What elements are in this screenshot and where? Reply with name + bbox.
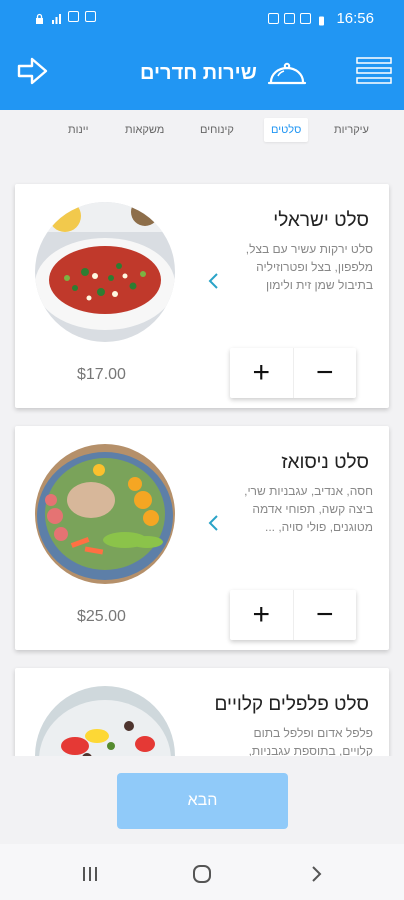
page-title: שירות חדרים	[140, 61, 257, 84]
chevron-left-icon[interactable]	[207, 514, 219, 532]
signal-icon	[51, 11, 62, 24]
menu-item-card[interactable]: סלט פלפלים קלויים פלפל אדום ופלפל בתום ק…	[15, 668, 389, 756]
menu-item-description: פלפל אדום ופלפל בתום קלויים, בתוספת עגבנ…	[248, 726, 373, 756]
quantity-stepper: + −	[230, 590, 356, 640]
increase-button[interactable]: +	[230, 590, 293, 640]
dish-image	[35, 444, 175, 584]
skype-icon	[284, 13, 296, 24]
increase-button[interactable]: +	[230, 348, 293, 398]
next-button[interactable]: הבא	[117, 773, 288, 829]
system-navigation-bar	[0, 844, 404, 900]
app-header: שירות חדרים	[0, 38, 404, 110]
back-chevron-icon[interactable]	[306, 864, 326, 884]
footer: הבא	[0, 756, 404, 844]
quantity-stepper: + −	[230, 348, 356, 398]
decrease-button[interactable]: −	[292, 348, 357, 398]
home-icon[interactable]	[192, 864, 212, 884]
menu-item-card[interactable]: סלט ניסואז חסה, אנדיב, עגבניות שרי, ביצה…	[15, 426, 389, 650]
dish-image	[35, 686, 175, 756]
header-title-group: שירות חדרים	[140, 58, 307, 88]
serving-cloche-icon	[267, 58, 307, 88]
menu-item-list[interactable]: סלט ישראלי סלט ירקות עשיר עם בצל, מלפפון…	[0, 160, 404, 756]
tab-desserts[interactable]: קינוחים	[200, 124, 234, 136]
menu-item-description: סלט ירקות עשיר עם בצל, מלפפון, בצל ופטרו…	[245, 242, 373, 292]
menu-item-name: סלט ישראלי	[273, 210, 369, 231]
status-notifications	[34, 11, 96, 24]
hamburger-menu-icon[interactable]	[356, 54, 392, 88]
dish-image	[35, 202, 175, 342]
decrease-button[interactable]: −	[292, 590, 357, 640]
menu-item-price: $25.00	[77, 608, 126, 625]
lock-icon	[34, 11, 45, 24]
image-icon	[300, 13, 312, 24]
menu-item-description: חסה, אנדיב, עגבניות שרי, ביצה קשה, תפוחי…	[244, 484, 373, 534]
menu-item-name: סלט פלפלים קלויים	[214, 694, 369, 715]
battery-icon	[316, 13, 327, 26]
status-time: 16:56	[336, 10, 374, 27]
status-system: 16:56	[268, 10, 374, 27]
sim-icon	[68, 11, 79, 22]
menu-item-name: סלט ניסואז	[281, 452, 369, 473]
arrow-right-outline-icon[interactable]	[16, 54, 50, 88]
gallery-icon	[85, 11, 96, 22]
check-icon	[268, 13, 280, 24]
tab-mains[interactable]: עיקריות	[334, 124, 369, 136]
menu-item-price: $17.00	[77, 366, 126, 383]
tab-drinks[interactable]: משקאות	[125, 124, 164, 136]
menu-item-card[interactable]: סלט ישראלי סלט ירקות עשיר עם בצל, מלפפון…	[15, 184, 389, 408]
tab-wines[interactable]: יינות	[68, 124, 88, 136]
tab-salads[interactable]: סלטים	[264, 118, 309, 142]
category-tabs: עיקריות סלטים קינוחים משקאות יינות	[0, 110, 404, 160]
status-bar: 16:56	[0, 0, 404, 38]
recent-apps-icon[interactable]	[80, 864, 100, 884]
chevron-left-icon[interactable]	[207, 272, 219, 290]
